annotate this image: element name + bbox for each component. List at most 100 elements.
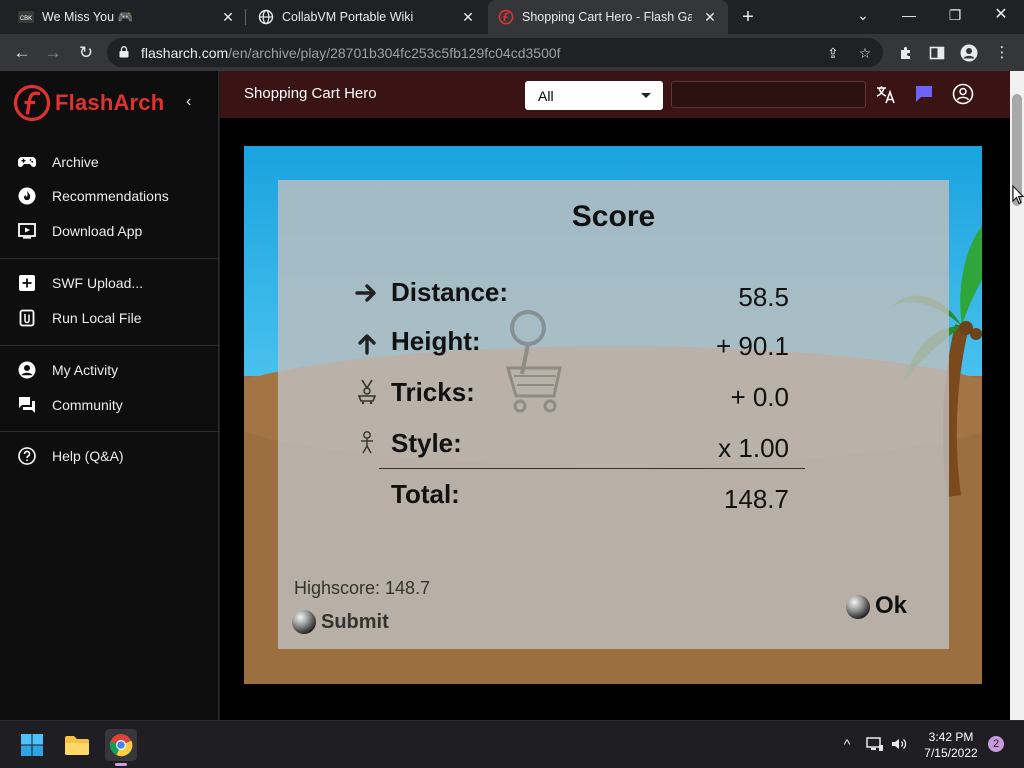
network-icon[interactable] [866,735,884,753]
side-panel-icon[interactable] [926,42,948,64]
tricks-value: + 0.0 [730,382,789,412]
user-account-icon[interactable] [952,83,974,105]
sidebar-item-label: Archive [52,154,99,170]
sidebar-item-label: Download App [52,223,143,239]
arrow-up-icon [358,334,376,355]
flash-game-canvas[interactable]: Score Distance: 58.5 Height: + 90.1 Tric… [244,146,982,684]
globe-icon [258,9,274,25]
url-host: flasharch.com [141,45,229,61]
sidebar-item-recommendations[interactable]: Recommendations [0,182,219,210]
reload-button[interactable]: ↻ [73,40,99,66]
tab-search-chevron-icon[interactable]: ⌄ [841,0,885,34]
style-value: x 1.00 [718,433,789,463]
address-bar[interactable]: flasharch.com/en/archive/play/28701b304f… [107,38,883,67]
tab-shopping-cart-hero[interactable]: Shopping Cart Hero - Flash Game ✕ [488,0,728,34]
notification-badge[interactable]: 2 [988,736,1004,752]
score-heading: Score [571,200,656,233]
restore-button[interactable]: ❐ [933,0,977,34]
stick-figure-icon [361,431,373,454]
height-label: Height: [391,326,481,356]
forum-icon [17,395,37,415]
gamepad-icon [17,152,37,172]
clock-date: 7/15/2022 [924,746,978,760]
category-filter-select[interactable]: All [525,81,663,110]
close-tab-icon[interactable]: ✕ [460,9,476,25]
extensions-puzzle-icon[interactable] [895,42,917,64]
sidebar-item-swf-upload[interactable]: SWF Upload... [0,269,219,297]
tab-collabvm-wiki[interactable]: CollabVM Portable Wiki ✕ [248,0,486,34]
sidebar-item-help[interactable]: Help (Q&A) [0,442,219,470]
lock-icon [119,46,129,58]
help-circle-icon [17,446,37,466]
mouse-cursor-icon [1012,185,1024,205]
browser-toolbar: ← → ↻ flasharch.com/en/archive/play/2870… [0,34,1024,71]
close-window-button[interactable]: ✕ [979,0,1023,34]
browser-tab-strip: CBK We Miss You 🎮 ✕ CollabVM Portable Wi… [0,0,1024,34]
bookmark-star-icon[interactable]: ☆ [855,43,875,63]
share-icon[interactable]: ⇪ [823,43,843,63]
sidebar-item-label: My Activity [52,362,119,378]
flasharch-logo-icon [13,84,51,122]
url-text: flasharch.com/en/archive/play/28701b304f… [141,45,561,61]
submit-ball-icon [292,610,316,634]
close-tab-icon[interactable]: ✕ [702,9,718,25]
sidebar-item-run-local-file[interactable]: Run Local File [0,304,219,332]
distance-value: 58.5 [738,282,789,312]
brand-logo[interactable]: FlashArch [13,83,164,123]
back-button[interactable]: ← [9,40,35,66]
add-box-icon [17,273,37,293]
total-value: 148.7 [723,484,789,514]
tricks-label: Tricks: [391,377,475,407]
sidebar-item-archive[interactable]: Archive [0,148,219,176]
sidebar-divider [0,258,219,259]
tab-title: We Miss You 🎮 [42,9,134,24]
total-divider [379,468,805,469]
new-tab-button[interactable]: + [737,6,759,28]
profile-icon[interactable] [958,42,980,64]
sidebar-item-label: Community [52,397,123,413]
arrow-right-icon [355,284,376,302]
windows-logo-icon [21,734,43,756]
translate-icon[interactable] [875,83,897,105]
tab-title: CollabVM Portable Wiki [282,10,414,24]
flame-icon [17,186,37,206]
brand-name: FlashArch [55,90,165,115]
height-value: + 90.1 [715,331,789,361]
sidebar-item-my-activity[interactable]: My Activity [0,356,219,384]
sidebar-item-label: Recommendations [52,188,169,204]
folder-icon [65,736,89,755]
sidebar-item-label: SWF Upload... [52,275,144,291]
play-screen-icon [17,221,37,241]
site-header: Shopping Cart Hero All [220,71,1010,118]
close-tab-icon[interactable]: ✕ [220,9,236,25]
sidebar-divider [0,431,219,432]
discord-flag-icon[interactable] [913,83,935,105]
tab-we-miss-you[interactable]: CBK We Miss You 🎮 ✕ [8,0,246,34]
tricks-icon [357,379,377,404]
screen: CBK We Miss You 🎮 ✕ CollabVM Portable Wi… [0,0,1024,768]
ok-label: Ok [875,592,908,619]
start-button[interactable] [16,729,48,761]
select-value: All [538,88,554,104]
chrome-taskbar-button[interactable] [105,729,137,766]
sidebar-item-download-app[interactable]: Download App [0,217,219,245]
collapse-sidebar-chevron-icon[interactable]: ‹ [186,93,191,111]
file-explorer-button[interactable] [61,729,93,761]
page-title: Shopping Cart Hero [244,85,377,102]
submit-label: Submit [321,611,389,633]
tab-title: Shopping Cart Hero - Flash Game [522,10,692,24]
volume-icon[interactable] [890,735,908,753]
page-scrollbar[interactable] [1010,71,1024,720]
system-clock[interactable]: 3:42 PM 7/15/2022 [918,729,984,761]
windows-taskbar: ^ 3:42 PM 7/15/2022 2 [0,720,1024,768]
minimize-button[interactable]: — [887,0,931,34]
clock-time: 3:42 PM [928,730,974,744]
total-label: Total: [391,479,460,509]
forward-button[interactable]: → [40,40,66,66]
url-path: /en/archive/play/28701b304fc253c5fb129fc… [228,45,561,61]
sidebar-item-community[interactable]: Community [0,391,219,419]
show-hidden-icons-chevron-icon[interactable]: ^ [838,735,856,753]
search-input[interactable] [671,81,866,108]
browser-menu-icon[interactable]: ⋮ [991,42,1013,64]
game-area: Score Distance: 58.5 Height: + 90.1 Tric… [220,118,1010,720]
